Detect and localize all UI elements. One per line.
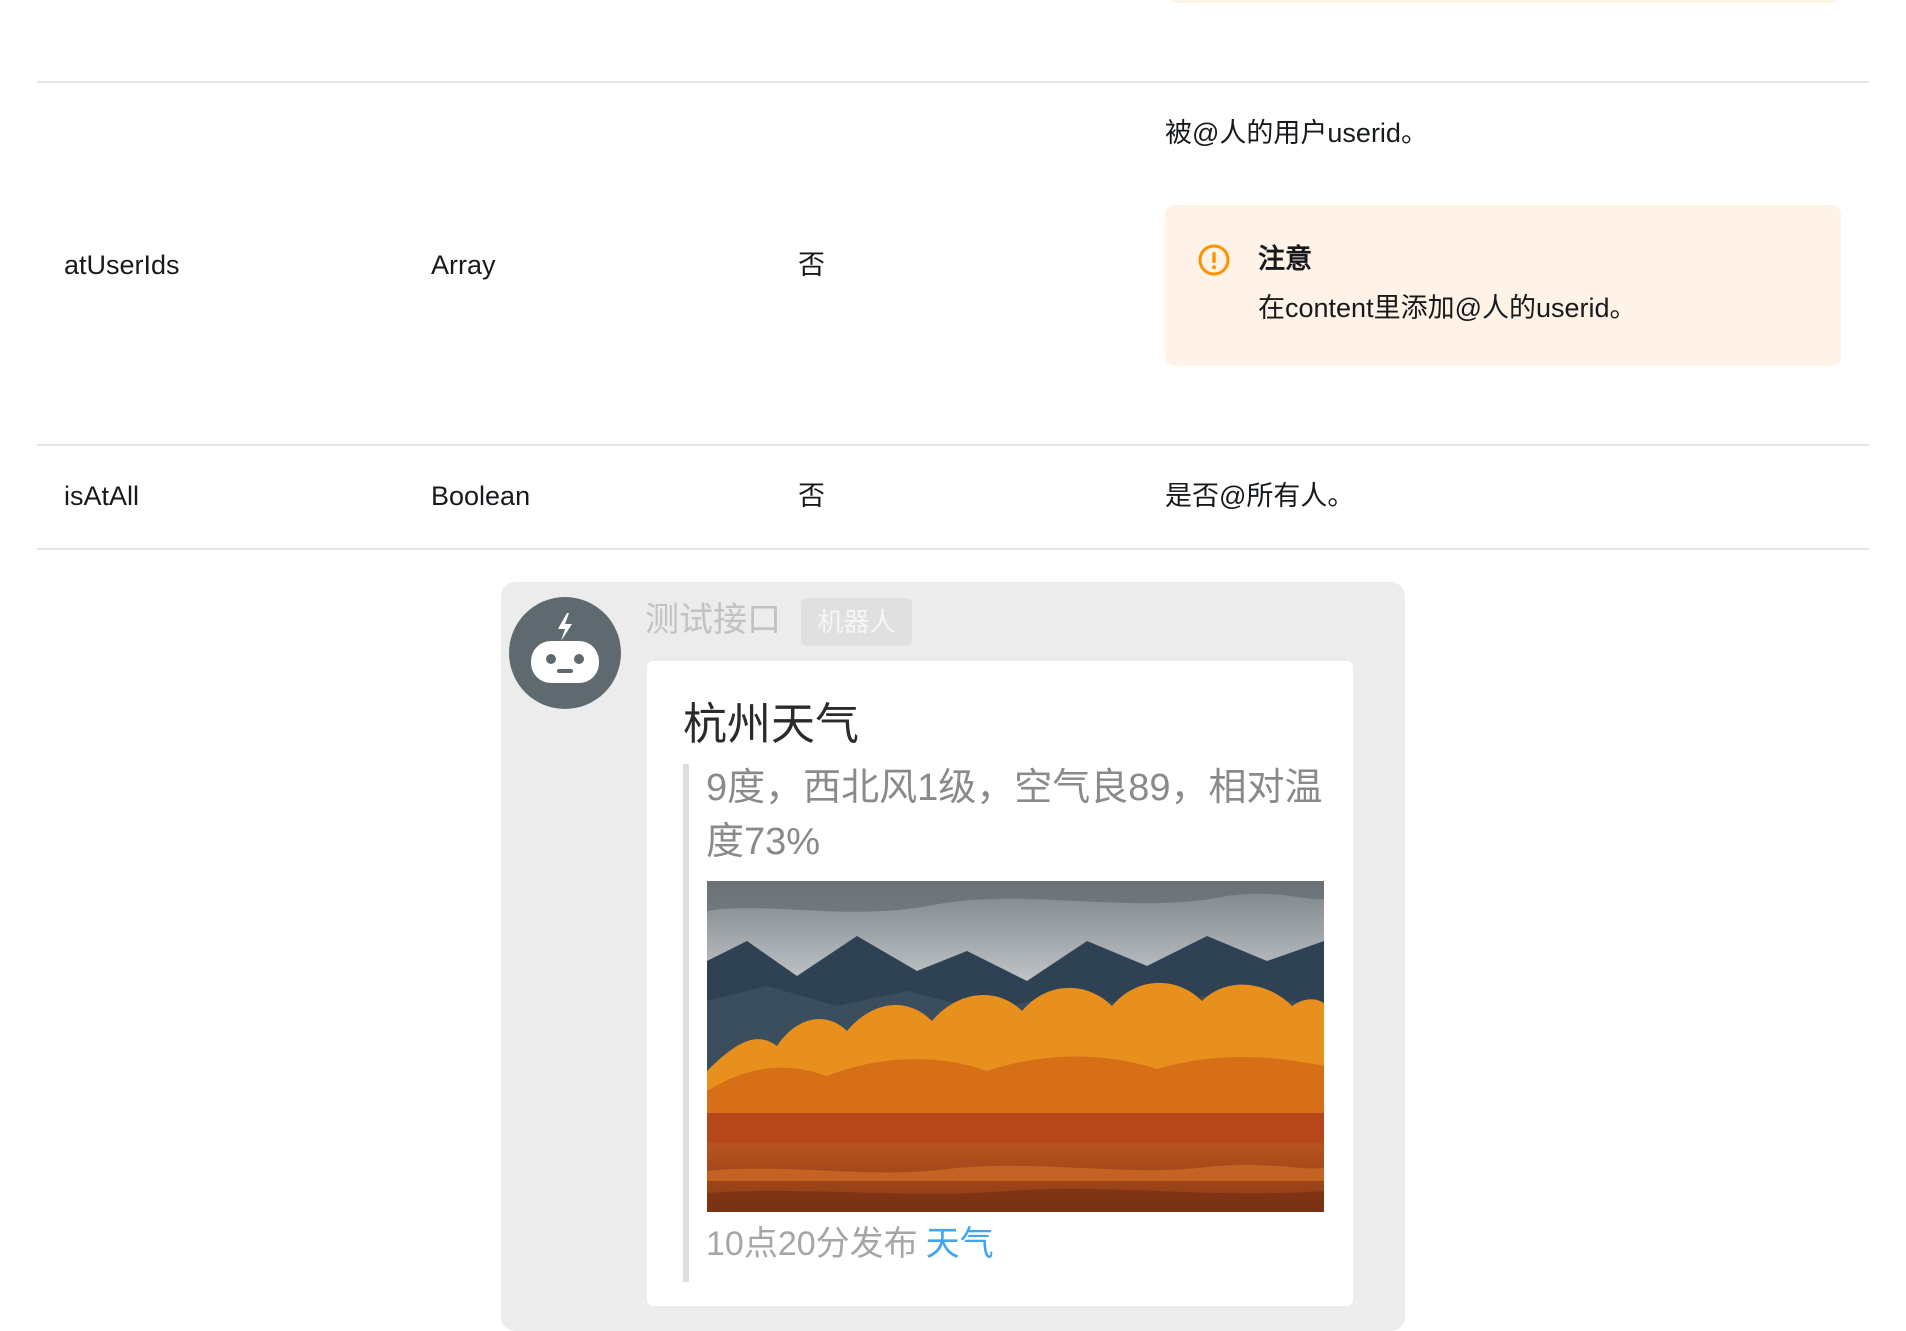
table-row-divider	[37, 548, 1869, 550]
card-text: 9度，西北风1级，空气良89，相对温度73%	[706, 767, 1323, 863]
warning-circle-icon	[1198, 244, 1230, 276]
autumn-landscape-image	[707, 881, 1324, 1212]
param-required: 否	[798, 250, 825, 280]
robot-badge: 机器人	[801, 598, 912, 646]
note-text: 在content里添加@人的userid。	[1258, 293, 1637, 323]
source-link[interactable]: 天气	[926, 1225, 994, 1263]
param-name: atUserIds	[64, 250, 180, 280]
card-title: 杭州天气	[683, 700, 859, 749]
quote-bar	[683, 764, 689, 1282]
note-callout: 注意 在content里添加@人的userid。	[1165, 205, 1841, 366]
param-description: 是否@所有人。	[1165, 481, 1355, 511]
sender-name: 测试接口	[645, 601, 781, 639]
publish-time: 10点20分发布	[706, 1225, 918, 1263]
card-footer: 10点20分发布 天气	[706, 1220, 994, 1268]
table-row-divider	[37, 444, 1869, 446]
param-required: 否	[798, 481, 825, 511]
table-row-divider	[37, 81, 1869, 83]
previous-note-callout	[1166, 0, 1840, 3]
message-card[interactable]: 杭州天气 9度，西北风1级，空气良89，相对温度73% 10点20分发布 天气	[647, 661, 1353, 1306]
robot-icon	[531, 613, 599, 683]
param-type: Array	[431, 250, 496, 280]
robot-avatar	[509, 597, 621, 709]
param-name: isAtAll	[64, 481, 140, 511]
param-type: Boolean	[431, 481, 531, 511]
message-preview-screenshot: 测试接口 机器人 杭州天气 9度，西北风1级，空气良89，相对温度73% 10点…	[501, 582, 1405, 1331]
note-title: 注意	[1258, 244, 1312, 274]
param-description: 被@人的用户userid。	[1165, 118, 1428, 148]
